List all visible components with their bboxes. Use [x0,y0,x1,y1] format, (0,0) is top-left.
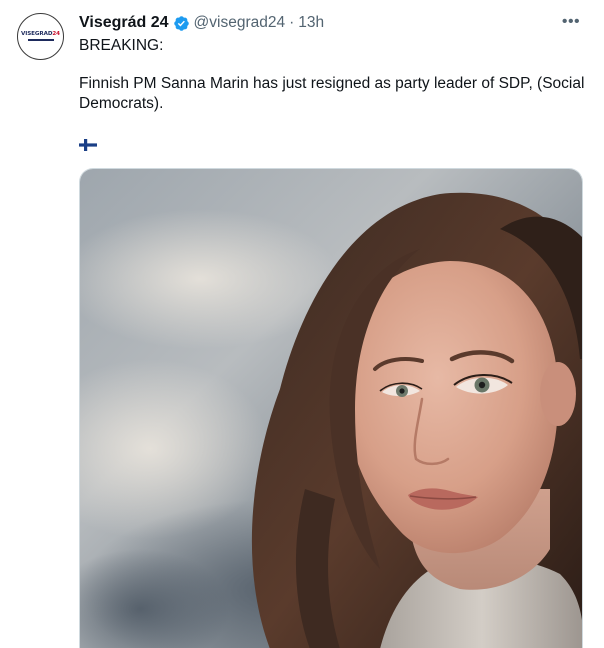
tweet-header: Visegrád 24 @visegrad24 · 13h [79,12,324,34]
avatar[interactable]: VISEGRAD24 [17,13,64,60]
portrait-photo [80,169,582,648]
avatar-logo: VISEGRAD24 [21,30,60,37]
avatar-logo-bar [27,39,54,42]
flag-finland-icon [79,138,97,151]
tweet[interactable]: VISEGRAD24 Visegrád 24 @visegrad24 · 13h… [0,0,604,648]
tweet-media-photo[interactable] [79,168,583,648]
tweet-text-line-1: BREAKING: [79,37,164,54]
display-name[interactable]: Visegrád 24 [79,14,169,32]
tweet-text-body: Finnish PM Sanna Marin has just resigned… [79,75,589,112]
verified-badge-icon [173,15,190,32]
user-handle[interactable]: @visegrad24 [194,14,286,32]
separator-dot: · [289,14,295,31]
more-icon[interactable]: ••• [560,13,582,31]
timestamp[interactable]: 13h [298,14,324,32]
